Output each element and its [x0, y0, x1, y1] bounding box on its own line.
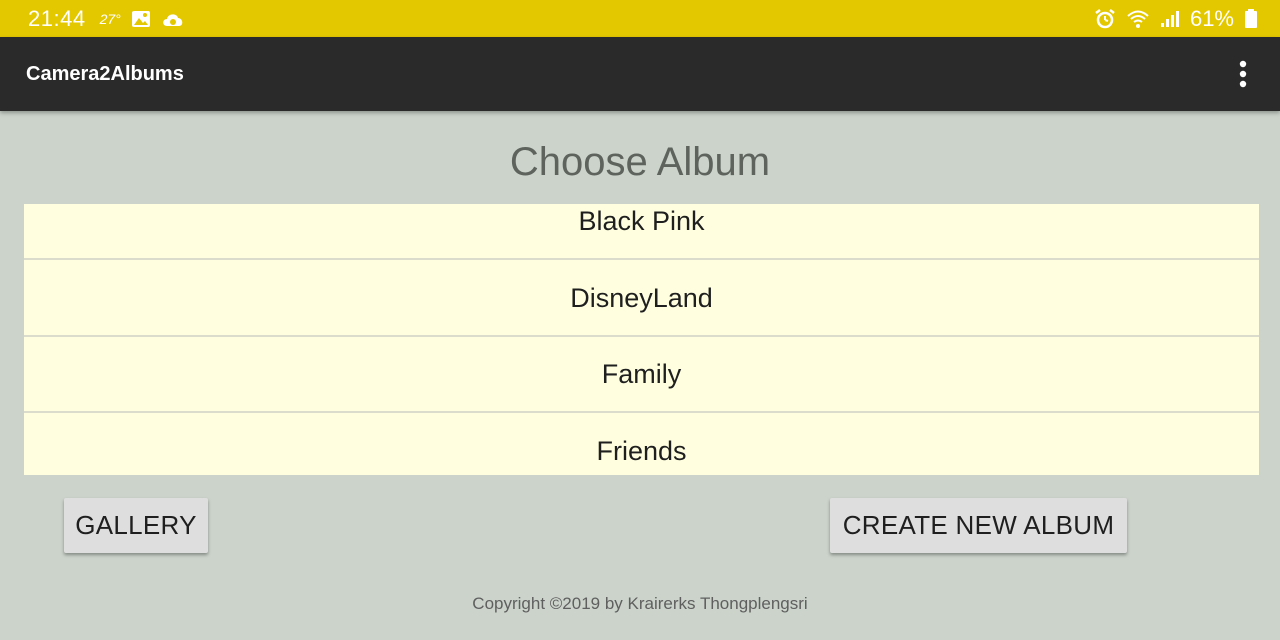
- more-vert-icon[interactable]: [1228, 54, 1258, 94]
- status-time: 21:44: [28, 5, 86, 31]
- status-temperature: 27°: [99, 10, 121, 27]
- create-new-album-button[interactable]: CREATE NEW ALBUM: [830, 498, 1127, 553]
- album-list[interactable]: Black Pink DisneyLand Family Friends: [24, 204, 1259, 475]
- album-item-black-pink[interactable]: Black Pink: [24, 204, 1259, 260]
- status-bar-left: 21:44 27°: [28, 6, 185, 32]
- app-title: Camera2Albums: [26, 62, 184, 85]
- cloud-icon: [161, 10, 185, 28]
- app-bar: Camera2Albums: [0, 37, 1280, 111]
- album-label: Black Pink: [578, 205, 705, 236]
- album-item-family[interactable]: Family: [24, 337, 1259, 413]
- album-item-friends[interactable]: Friends: [24, 414, 1259, 475]
- gallery-button[interactable]: GALLERY: [64, 498, 208, 553]
- alarm-icon: [1094, 8, 1116, 29]
- status-bar: 21:44 27° 61%: [0, 0, 1280, 37]
- album-label: DisneyLand: [570, 282, 713, 313]
- wifi-icon: [1126, 9, 1150, 29]
- page-title: Choose Album: [509, 140, 771, 184]
- battery-icon: [1244, 8, 1258, 29]
- status-bar-right: 61%: [1094, 6, 1258, 32]
- image-icon: [131, 10, 151, 28]
- album-label: Friends: [596, 435, 687, 466]
- album-item-disneyland[interactable]: DisneyLand: [24, 261, 1259, 337]
- copyright-text: Copyright ©2019 by Krairerks Thongplengs…: [472, 594, 808, 613]
- signal-icon: [1160, 10, 1180, 28]
- album-label: Family: [601, 358, 682, 389]
- battery-percent: 61%: [1189, 5, 1234, 31]
